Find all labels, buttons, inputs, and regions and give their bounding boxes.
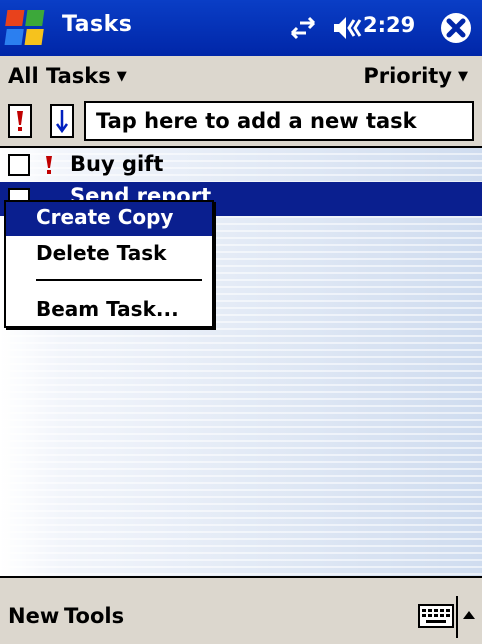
- connectivity-icon[interactable]: [288, 14, 318, 42]
- high-priority-icon: [46, 156, 52, 174]
- keyboard-icon[interactable]: [418, 604, 454, 630]
- menu-bar: New Tools: [0, 576, 482, 644]
- new-task-input[interactable]: Tap here to add a new task: [84, 101, 474, 141]
- task-checkbox[interactable]: [8, 154, 30, 176]
- tools-menu-button[interactable]: Tools: [64, 604, 124, 628]
- menu-item-delete-task[interactable]: Delete Task: [6, 238, 212, 272]
- category-filter-label: All Tasks: [8, 64, 111, 88]
- menu-item-beam-task[interactable]: Beam Task...: [6, 294, 212, 328]
- high-priority-button[interactable]: [8, 104, 32, 138]
- down-arrow-icon: [55, 110, 69, 134]
- clock[interactable]: 2:29: [363, 13, 415, 37]
- app-title: Tasks: [62, 12, 133, 37]
- input-panel-divider: [456, 596, 458, 638]
- input-selector-arrow-icon[interactable]: [462, 606, 476, 619]
- sort-label: Priority: [363, 64, 452, 88]
- filter-bar: All Tasks ▼ Priority ▼: [0, 56, 482, 96]
- category-filter-dropdown[interactable]: All Tasks ▼: [8, 64, 127, 88]
- sort-dropdown[interactable]: Priority ▼: [363, 64, 468, 88]
- menu-item-create-copy[interactable]: Create Copy: [6, 202, 212, 236]
- windows-start-icon[interactable]: [4, 6, 50, 50]
- chevron-down-icon: ▼: [116, 69, 127, 84]
- volume-icon[interactable]: [332, 14, 362, 42]
- task-row[interactable]: Buy gift: [0, 148, 482, 182]
- new-menu-button[interactable]: New: [8, 604, 59, 628]
- low-priority-button[interactable]: [50, 104, 74, 138]
- entry-bar: Tap here to add a new task: [0, 96, 482, 146]
- chevron-down-icon: ▼: [458, 69, 468, 84]
- exclamation-icon: [17, 111, 23, 131]
- context-menu: Create Copy Delete Task Beam Task...: [4, 200, 214, 328]
- pocket-pc-screen: Tasks 2:29 All Tasks ▼ Priority ▼ Tap he…: [0, 0, 482, 644]
- task-title: Buy gift: [70, 152, 164, 176]
- close-icon[interactable]: [438, 10, 474, 46]
- menu-separator: [36, 279, 202, 281]
- title-bar: Tasks 2:29: [0, 0, 482, 56]
